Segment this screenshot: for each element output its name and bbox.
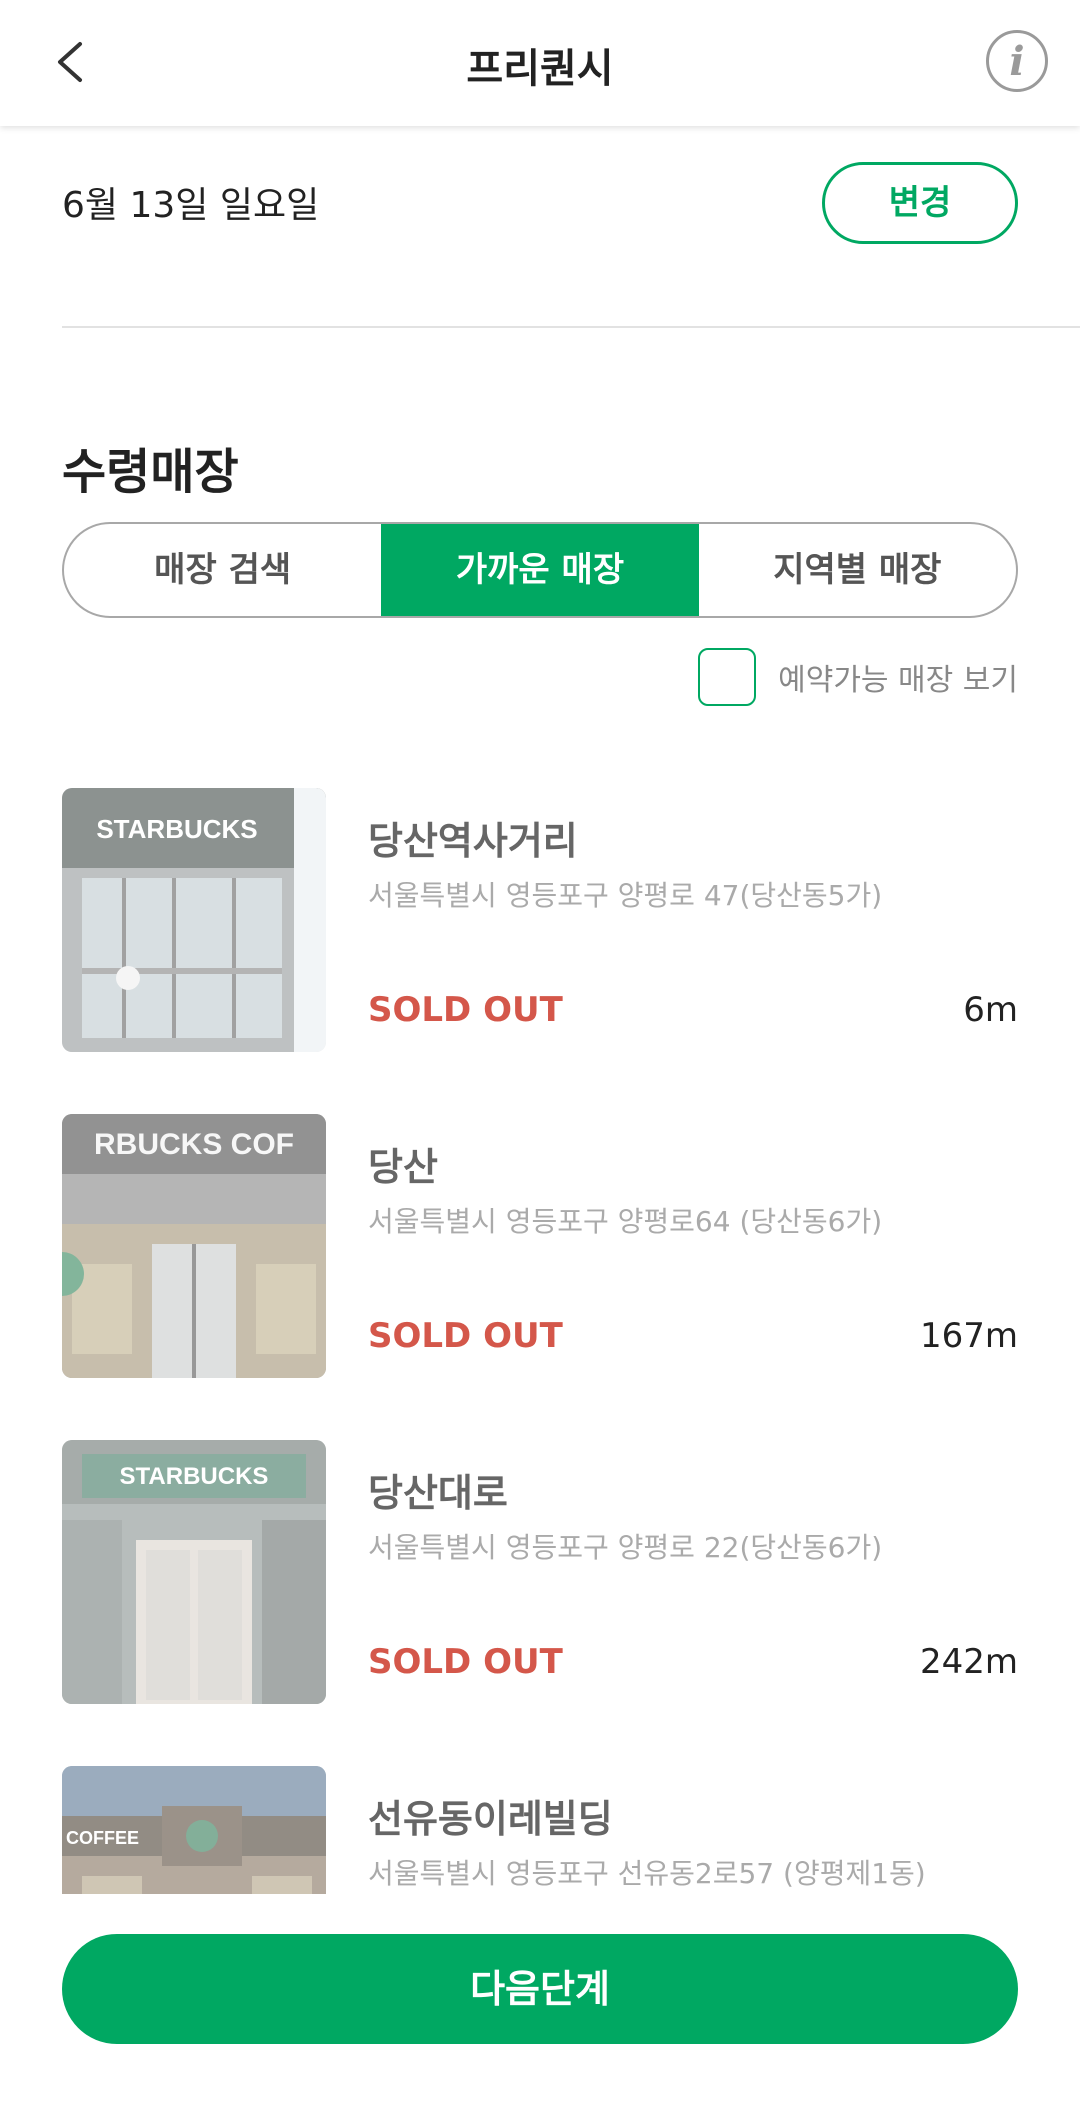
store-name: 당산 [368,1145,438,1189]
sold-out-badge: SOLD OUT [368,990,563,1030]
info-icon: i [1009,38,1025,85]
store-name: 선유동이레빌딩 [368,1797,613,1841]
next-step-button[interactable]: 다음단계 [62,1934,1018,2044]
reservable-filter-label: 예약가능 매장 보기 [778,663,1018,698]
store-list-item[interactable]: STARBUCKS 당산역사거리 서울특별시 영등포구 양평로 47(당산동5가… [62,788,1018,1052]
store-photo: STARBUCKS [62,1440,326,1704]
info-button[interactable]: i [986,30,1048,92]
store-sign-text: STARBUCKS [120,1463,269,1490]
sold-out-badge: SOLD OUT [368,1316,563,1356]
divider [62,326,1080,328]
pickup-date: 6월 13일 일요일 [62,185,320,226]
store-name: 당산역사거리 [368,819,578,863]
change-date-button[interactable]: 변경 [822,162,1018,244]
store-distance: 167m [919,1316,1018,1356]
store-sign-text: COFFEE [66,1828,139,1848]
store-photo: RBUCKS COF [62,1114,326,1378]
store-sign-text: RBUCKS COF [94,1128,294,1161]
store-address: 서울특별시 영등포구 선유동2로57 (양평제1동) [368,1857,926,1890]
tab-store-search[interactable]: 매장 검색 [64,524,381,616]
store-name: 당산대로 [368,1471,508,1515]
store-address: 서울특별시 영등포구 양평로 47(당산동5가) [368,879,883,912]
store-address: 서울특별시 영등포구 양평로 22(당산동6가) [368,1531,883,1564]
reservable-checkbox[interactable] [698,648,757,706]
store-distance: 242m [919,1642,1018,1682]
tab-nearby-stores[interactable]: 가까운 매장 [381,524,699,616]
store-address: 서울특별시 영등포구 양평로64 (당산동6가) [368,1205,883,1238]
store-list-item[interactable]: STARBUCKS 당산대로 서울특별시 영등포구 양평로 22(당산동6가) … [62,1440,1018,1704]
store-list-item[interactable]: RBUCKS COF 당산 서울특별시 영등포구 양평로64 (당산동6가) S… [62,1114,1018,1378]
page-title: 프리퀀시 [466,46,614,92]
app-header: 프리퀀시 i [0,0,1080,126]
sold-out-badge: SOLD OUT [368,1642,563,1682]
store-sign-text: STARBUCKS [96,814,257,844]
tab-regional-stores[interactable]: 지역별 매장 [699,524,1016,616]
store-photo: STARBUCKS [62,788,326,1052]
store-tab-group: 매장 검색 가까운 매장 지역별 매장 [62,522,1018,618]
store-distance: 6m [963,990,1018,1030]
reservable-filter[interactable]: 예약가능 매장 보기 [698,648,1018,706]
section-title: 수령매장 [62,444,239,500]
